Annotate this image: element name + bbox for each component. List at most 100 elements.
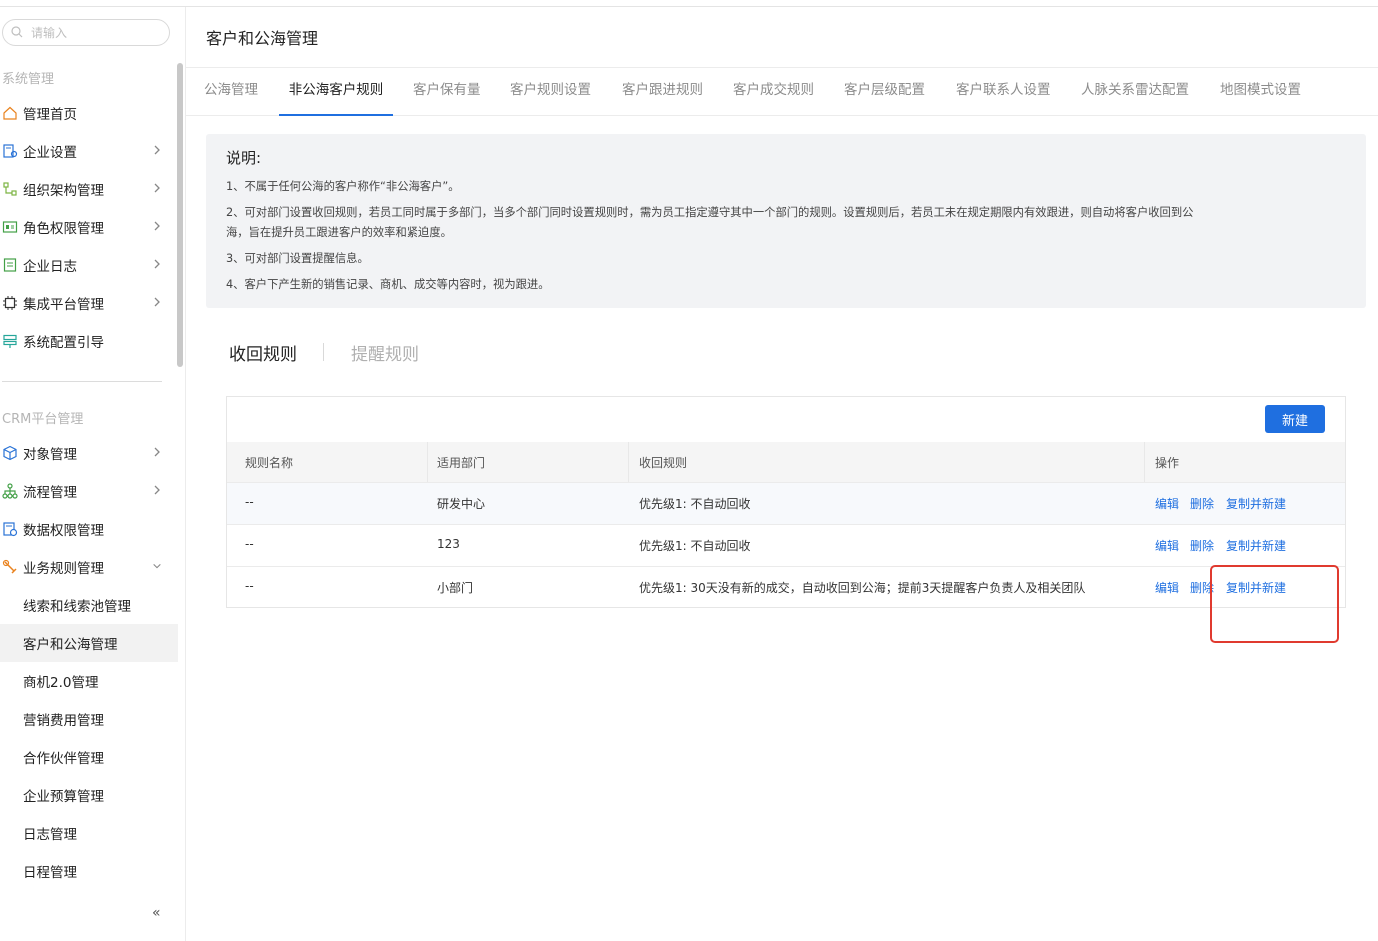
highlight-annotation-box [1210,565,1339,643]
sidebar-item-integration[interactable]: 集成平台管理 [2,284,176,322]
table-row: -- 研发中心 优先级1: 不自动回收 编辑 删除 复制并新建 [227,482,1345,524]
search-icon [11,26,23,38]
log-document-icon [3,258,17,272]
sidebar-subitem-label: 商机2.0管理 [23,675,99,691]
subtab-recall-rules[interactable]: 收回规则 [229,340,297,365]
org-chart-icon [3,182,17,196]
tab-customer-rules[interactable]: 客户规则设置 [510,68,591,115]
notice-line: 4、客户下产生新的销售记录、商机、成交等内容时，视为跟进。 [226,278,550,291]
copy-new-link[interactable]: 复制并新建 [1226,537,1286,554]
sidebar-item-label: 组织架构管理 [23,183,104,199]
sidebar-item-business-rules[interactable]: 业务规则管理 [2,548,176,586]
sidebar-item-label: 流程管理 [23,485,77,501]
home-icon [3,106,17,120]
cell-recall-rule: 优先级1: 不自动回收 [639,539,751,553]
notice-line: 2、可对部门设置收回规则，若员工同时属于多部门，当多个部门同时设置规则时，需为员… [226,206,1194,219]
edit-link[interactable]: 编辑 [1155,579,1179,596]
chevron-right-icon [154,221,160,231]
sidebar-item-object[interactable]: 对象管理 [2,434,176,472]
section-title-system: 系统管理 [2,72,55,87]
sidebar-item-label: 对象管理 [23,447,77,463]
sidebar-subitem-label: 客户和公海管理 [23,637,118,653]
sidebar-item-data-permission[interactable]: 数据权限管理 [2,510,176,548]
chevron-right-icon [154,447,160,457]
column-separator [1144,442,1145,482]
chip-icon [3,296,17,310]
sidebar-subitem-marketing-cost[interactable]: 营销费用管理 [0,700,178,738]
copy-new-link[interactable]: 复制并新建 [1226,495,1286,512]
tab-followup-rules[interactable]: 客户跟进规则 [622,68,703,115]
cube-icon [3,445,17,461]
header-actions: 操作 [1155,456,1180,470]
sidebar: 系统管理 管理首页 企业设置 组织架构管理 角色权限管理 企业日志 集成平台管理… [0,7,186,941]
notice-panel: 说明: 1、不属于任何公海的客户称作“非公海客户”。 2、可对部门设置收回规则，… [206,134,1366,308]
sidebar-subitem-label: 营销费用管理 [23,713,104,729]
sidebar-item-log[interactable]: 企业日志 [2,246,176,284]
sidebar-scrollbar[interactable] [177,63,183,367]
tab-level-config[interactable]: 客户层级配置 [844,68,925,115]
tab-map-mode[interactable]: 地图模式设置 [1220,68,1301,115]
search-box[interactable] [2,19,170,46]
cell-rule-name: -- [245,579,254,593]
search-input[interactable] [31,23,161,42]
new-rule-button[interactable]: 新建 [1265,405,1325,433]
chevron-right-icon [154,145,160,155]
sidebar-subitem-partners[interactable]: 合作伙伴管理 [0,738,178,776]
data-permission-icon [3,522,18,537]
sidebar-subitem-customers[interactable]: 客户和公海管理 [0,624,178,662]
tab-customer-holding[interactable]: 客户保有量 [413,68,481,115]
edit-link[interactable]: 编辑 [1155,495,1179,512]
enterprise-settings-icon [3,144,18,158]
sidebar-item-label: 业务规则管理 [23,561,104,577]
delete-link[interactable]: 删除 [1190,495,1214,512]
subtab-reminder-rules[interactable]: 提醒规则 [351,340,419,365]
sidebar-divider [2,381,162,382]
tools-icon [2,559,17,574]
table-row: -- 小部门 优先级1: 30天没有新的成交，自动收回到公海；提前3天提醒客户负… [227,566,1345,608]
delete-link[interactable]: 删除 [1190,537,1214,554]
notice-line: 3、可对部门设置提醒信息。 [226,252,369,265]
column-separator [427,442,428,482]
collapse-sidebar-icon[interactable]: « [152,905,161,921]
table-header: 规则名称 适用部门 收回规则 操作 [227,442,1345,482]
header-rule-name: 规则名称 [245,456,294,470]
tab-contact-settings[interactable]: 客户联系人设置 [956,68,1051,115]
role-card-icon [2,221,18,233]
tabs-bar: 公海管理 非公海客户规则 客户保有量 客户规则设置 客户跟进规则 客户成交规则 … [186,67,1378,116]
sidebar-item-enterprise-settings[interactable]: 企业设置 [2,132,176,170]
cell-department: 小部门 [437,581,474,595]
sidebar-item-config-guide[interactable]: 系统配置引导 [2,322,176,360]
sidebar-item-home[interactable]: 管理首页 [2,94,176,132]
edit-link[interactable]: 编辑 [1155,537,1179,554]
tab-deal-rules[interactable]: 客户成交规则 [733,68,814,115]
sidebar-item-label: 企业设置 [23,145,77,161]
sidebar-item-org[interactable]: 组织架构管理 [2,170,176,208]
cell-department: 123 [437,537,460,551]
chevron-right-icon [154,259,160,269]
cell-recall-rule: 优先级1: 30天没有新的成交，自动收回到公海；提前3天提醒客户负责人及相关团队 [639,581,1086,595]
column-separator [628,442,629,482]
sidebar-item-label: 角色权限管理 [23,221,104,237]
cell-rule-name: -- [245,537,254,551]
sidebar-subitem-label: 日志管理 [23,827,77,843]
notice-line: 1、不属于任何公海的客户称作“非公海客户”。 [226,180,460,193]
chevron-right-icon [154,183,160,193]
subtab-separator [323,343,324,361]
sidebar-subitem-journal[interactable]: 日志管理 [0,814,178,852]
chevron-right-icon [154,297,160,307]
tab-non-public-rules[interactable]: 非公海客户规则 [279,68,393,116]
sidebar-subitem-budget[interactable]: 企业预算管理 [0,776,178,814]
section-title-crm: CRM平台管理 [2,412,84,427]
sidebar-subitem-leads[interactable]: 线索和线索池管理 [0,586,178,624]
sidebar-subitem-opportunity[interactable]: 商机2.0管理 [0,662,178,700]
sidebar-subitem-schedule[interactable]: 日程管理 [0,852,178,890]
tab-public-sea[interactable]: 公海管理 [204,68,258,115]
sidebar-item-label: 企业日志 [23,259,77,275]
sidebar-item-flow[interactable]: 流程管理 [2,472,176,510]
page-title: 客户和公海管理 [206,29,319,48]
sidebar-subitem-label: 合作伙伴管理 [23,751,104,767]
tab-radar-config[interactable]: 人脉关系雷达配置 [1081,68,1189,115]
cell-recall-rule: 优先级1: 不自动回收 [639,497,751,511]
sidebar-subitem-label: 日程管理 [23,865,77,881]
sidebar-item-role[interactable]: 角色权限管理 [2,208,176,246]
